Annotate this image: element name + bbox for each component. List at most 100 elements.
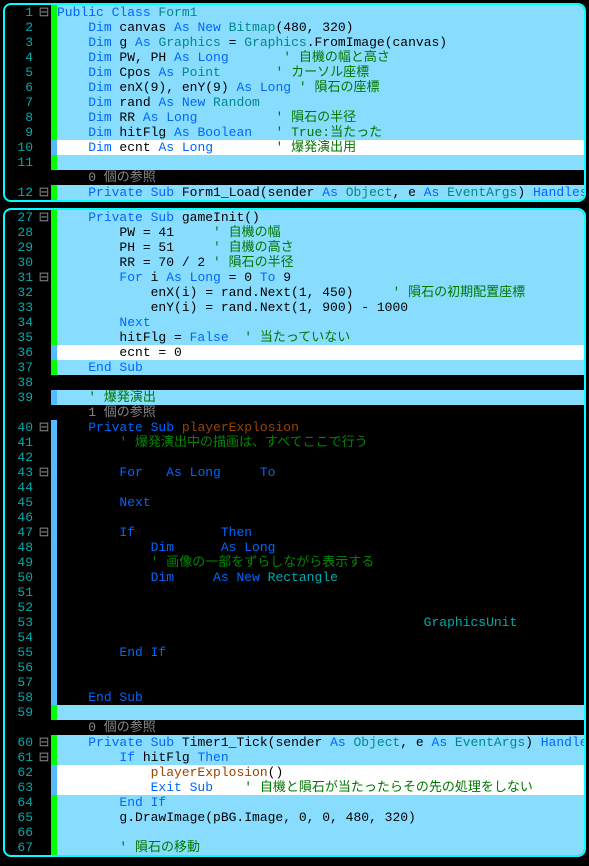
code-content[interactable]: g.DrawImage(pMeteor.Image, enX(i), enY(i… <box>57 480 584 495</box>
code-content[interactable]: For i As Long = 0 To 9 <box>57 270 584 285</box>
code-content[interactable]: For i As Long = 0 To 9 <box>57 465 584 480</box>
code-content[interactable]: enY(i) = rand.Next(1, 900) - 1000 <box>57 300 584 315</box>
code-line[interactable]: 38 <box>5 375 584 390</box>
code-line[interactable]: 32 enX(i) = rand.Next(1, 450) ' 隕石の初期配置座… <box>5 285 584 300</box>
code-line[interactable]: 61⊟ If hitFlg Then <box>5 750 584 765</box>
code-content[interactable]: Dim rand As New Random <box>57 95 584 110</box>
code-content[interactable]: g.DrawImage(pExp.Image, x, y, cut, Graph… <box>57 615 584 630</box>
code-content[interactable]: PH = 51 ' 自機の高さ <box>57 240 584 255</box>
code-line[interactable]: 27⊟ Private Sub gameInit() <box>5 210 584 225</box>
code-content[interactable]: y = 220 + PH / 2 - 50 <box>57 600 584 615</box>
code-line[interactable]: 29 PH = 51 ' 自機の高さ <box>5 240 584 255</box>
code-line[interactable]: 34 Next <box>5 315 584 330</box>
code-line[interactable]: 5 Dim Cpos As Point ' カーソル座標 <box>5 65 584 80</box>
code-content[interactable]: ' 画像の一部をずらしながら表示する <box>57 555 584 570</box>
code-line[interactable]: 0 個の参照 <box>5 170 584 185</box>
code-line[interactable]: 39 ' 爆発演出 <box>5 390 584 405</box>
code-content[interactable]: 0 個の参照 <box>57 170 584 185</box>
code-line[interactable]: 37 End Sub <box>5 360 584 375</box>
code-content[interactable]: ecnt += 1 <box>57 630 584 645</box>
code-line[interactable]: 10 Dim ecnt As Long ' 爆発演出用 <box>5 140 584 155</box>
code-content[interactable]: 1 個の参照 <box>57 405 584 420</box>
code-line[interactable]: 56 <box>5 660 584 675</box>
code-line[interactable]: 54 ecnt += 1 <box>5 630 584 645</box>
code-line[interactable]: 66 <box>5 825 584 840</box>
code-content[interactable]: pBase.Image = canvas <box>57 675 584 690</box>
code-line[interactable]: 4 Dim PW, PH As Long ' 自機の幅と高さ <box>5 50 584 65</box>
fold-toggle[interactable]: ⊟ <box>37 5 51 20</box>
code-content[interactable]: Next <box>57 315 584 330</box>
code-content[interactable]: End If <box>57 645 584 660</box>
code-line[interactable]: 64 End If <box>5 795 584 810</box>
fold-toggle[interactable]: ⊟ <box>37 185 51 200</box>
code-line[interactable]: 51 x = Cpos.X + PW / 2 - 50 <box>5 585 584 600</box>
code-line[interactable]: 41 ' 爆発演出中の描画は、すべてここで行う <box>5 435 584 450</box>
code-line[interactable]: 53 g.DrawImage(pExp.Image, x, y, cut, Gr… <box>5 615 584 630</box>
code-line[interactable]: 1⊟Public Class Form1 <box>5 5 584 20</box>
code-content[interactable]: Private Sub playerExplosion() <box>57 420 584 435</box>
code-content[interactable]: ' 隕石の移動 <box>57 840 584 855</box>
code-line[interactable]: 12⊟ Private Sub Form1_Load(sender As Obj… <box>5 185 584 200</box>
code-content[interactable]: ecnt = 0 <box>57 345 584 360</box>
code-line[interactable]: 1 個の参照 <box>5 405 584 420</box>
code-content[interactable]: ' 爆発演出 <box>57 390 584 405</box>
code-line[interactable]: 30 RR = 70 / 2 ' 隕石の半径 <box>5 255 584 270</box>
code-line[interactable]: 58 End Sub <box>5 690 584 705</box>
code-content[interactable]: Dim canvas As New Bitmap(480, 320) <box>57 20 584 35</box>
code-content[interactable]: enX(i) = rand.Next(1, 450) ' 隕石の初期配置座標 <box>57 285 584 300</box>
code-line[interactable]: 35 hitFlg = False ' 当たっていない <box>5 330 584 345</box>
code-content[interactable]: Dim PW, PH As Long ' 自機の幅と高さ <box>57 50 584 65</box>
fold-toggle[interactable]: ⊟ <box>37 750 51 765</box>
code-content[interactable]: hitFlg = False ' 当たっていない <box>57 330 584 345</box>
code-content[interactable]: Public Class Form1 <box>57 5 584 20</box>
fold-toggle[interactable]: ⊟ <box>37 210 51 225</box>
code-content[interactable]: g.DrawImage(pBG.Image, 0, 0, 480, 320) <box>57 810 584 825</box>
code-content[interactable]: Private Sub gameInit() <box>57 210 584 225</box>
code-line[interactable]: 28 PW = 41 ' 自機の幅 <box>5 225 584 240</box>
code-content[interactable]: g.DrawImage(pBG.Image, 0, 0, 480, 320) <box>57 450 584 465</box>
code-content[interactable] <box>57 375 584 390</box>
code-content[interactable]: 0 個の参照 <box>57 720 584 735</box>
code-line[interactable]: 0 個の参照 <box>5 720 584 735</box>
code-content[interactable]: Exit Sub ' 自機と隕石が当たったらその先の処理をしない <box>57 780 584 795</box>
code-content[interactable]: End If <box>57 795 584 810</box>
code-content[interactable]: Dim x, y As Long <box>57 540 584 555</box>
code-content[interactable] <box>57 660 584 675</box>
code-line[interactable]: 46 <box>5 510 584 525</box>
code-line[interactable]: 47⊟ If ecnt < 16 Then <box>5 525 584 540</box>
code-line[interactable]: 2 Dim canvas As New Bitmap(480, 320) <box>5 20 584 35</box>
code-line[interactable]: 6 Dim enX(9), enY(9) As Long ' 隕石の座標 <box>5 80 584 95</box>
code-content[interactable]: x = Cpos.X + PW / 2 - 50 <box>57 585 584 600</box>
code-line[interactable]: 31⊟ For i As Long = 0 To 9 <box>5 270 584 285</box>
fold-toggle[interactable]: ⊟ <box>37 525 51 540</box>
code-content[interactable] <box>57 825 584 840</box>
code-line[interactable]: 3 Dim g As Graphics = Graphics.FromImage… <box>5 35 584 50</box>
code-content[interactable]: ' 爆発演出中の描画は、すべてここで行う <box>57 435 584 450</box>
code-content[interactable]: RR = 70 / 2 ' 隕石の半径 <box>57 255 584 270</box>
code-line[interactable]: 63 Exit Sub ' 自機と隕石が当たったらその先の処理をしない <box>5 780 584 795</box>
code-content[interactable]: If hitFlg Then <box>57 750 584 765</box>
code-line[interactable]: 33 enY(i) = rand.Next(1, 900) - 1000 <box>5 300 584 315</box>
code-content[interactable]: playerExplosion() <box>57 765 584 780</box>
code-line[interactable]: 60⊟ Private Sub Timer1_Tick(sender As Ob… <box>5 735 584 750</box>
fold-toggle[interactable]: ⊟ <box>37 420 51 435</box>
code-line[interactable]: 36 ecnt = 0 <box>5 345 584 360</box>
code-line[interactable]: 42 g.DrawImage(pBG.Image, 0, 0, 480, 320… <box>5 450 584 465</box>
code-line[interactable]: 55 End If <box>5 645 584 660</box>
code-line[interactable]: 65 g.DrawImage(pBG.Image, 0, 0, 480, 320… <box>5 810 584 825</box>
code-line[interactable]: 11 <box>5 155 584 170</box>
fold-toggle[interactable]: ⊟ <box>37 270 51 285</box>
code-content[interactable]: Dim cut As New Rectangle((ecnt ¥ 2) * 10… <box>57 570 584 585</box>
code-content[interactable]: Dim hitFlg As Boolean ' True:当たった <box>57 125 584 140</box>
code-line[interactable]: 43⊟ For i As Long = 0 To 9 <box>5 465 584 480</box>
code-line[interactable]: 48 Dim x, y As Long <box>5 540 584 555</box>
code-content[interactable] <box>57 510 584 525</box>
fold-toggle[interactable]: ⊟ <box>37 465 51 480</box>
code-content[interactable]: Private Sub Form1_Load(sender As Object,… <box>57 185 584 200</box>
code-line[interactable]: 62 playerExplosion() <box>5 765 584 780</box>
code-line[interactable]: 49 ' 画像の一部をずらしながら表示する <box>5 555 584 570</box>
code-content[interactable]: Dim RR As Long ' 隕石の半径 <box>57 110 584 125</box>
code-line[interactable]: 59 <box>5 705 584 720</box>
code-content[interactable]: Dim g As Graphics = Graphics.FromImage(c… <box>57 35 584 50</box>
code-content[interactable]: End Sub <box>57 690 584 705</box>
